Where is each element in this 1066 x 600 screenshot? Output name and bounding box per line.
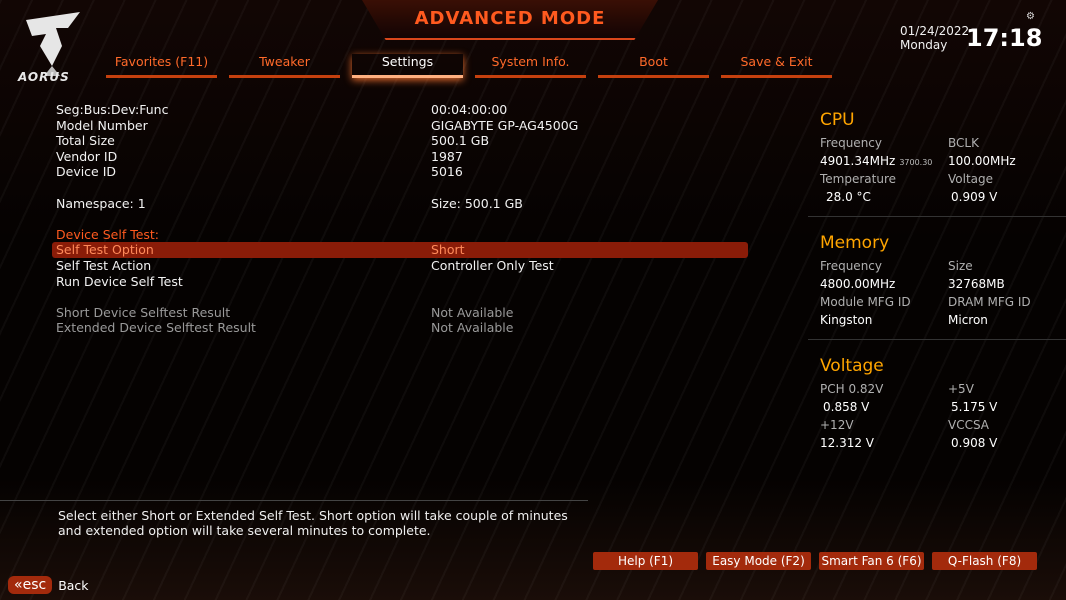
info-row: Model Number GIGABYTE GP-AG4500G <box>52 118 748 134</box>
smart-fan-button[interactable]: Smart Fan 6 (F6) <box>819 552 924 570</box>
tab-settings[interactable]: Settings <box>352 54 463 78</box>
row-label: Short Device Selftest Result <box>56 304 231 320</box>
row-label: Device ID <box>56 164 117 180</box>
vccsa-value: 0.908 V <box>951 436 998 450</box>
row-label: Seg:Bus:Dev:Func <box>56 102 169 117</box>
q-flash-button[interactable]: Q-Flash (F8) <box>932 552 1037 570</box>
esc-button[interactable]: «esc <box>8 576 53 594</box>
row-value: 1987 <box>431 148 463 164</box>
date-text: 01/24/2022 <box>900 24 970 38</box>
option-label: Self Test Action <box>56 257 152 273</box>
info-row: Device ID 5016 <box>52 164 748 180</box>
option-self-test-option[interactable]: Self Test Option Short <box>52 242 748 258</box>
mem-dram-label: DRAM MFG ID <box>948 295 1031 309</box>
mem-size-value: 32768MB <box>948 277 1005 291</box>
chevron-left-icon: « <box>14 577 23 593</box>
row-value: Not Available <box>431 320 514 336</box>
top-bar: ADVANCED MODE AORUS Favorites (F11) Twea… <box>0 0 1066 90</box>
info-row: Vendor ID 1987 <box>52 149 748 165</box>
system-sidebar: CPU Frequency BCLK 4901.34MHz 3700.30 100… <box>808 110 1066 478</box>
cpu-freq-main: 4901.34MHz <box>820 154 896 168</box>
settings-list: Seg:Bus:Dev:Func 00:04:00:00 Model Numbe… <box>52 102 748 336</box>
mem-mfg-value: Kingston <box>820 313 873 327</box>
option-self-test-action[interactable]: Self Test Action Controller Only Test <box>52 258 748 274</box>
cpu-volt-label: Voltage <box>948 172 994 186</box>
section-header-self-test: Device Self Test: <box>52 227 748 243</box>
cpu-bclk-value: 100.00MHz <box>948 154 1016 168</box>
row-value: Size: 500.1 GB <box>431 195 523 211</box>
logo-text: AORUS <box>18 70 70 84</box>
tab-bar: Favorites (F11) Tweaker Settings System … <box>106 54 832 78</box>
cpu-freq-small: 3700.30 <box>899 158 933 167</box>
vccsa-label: VCCSA <box>948 418 990 432</box>
row-value: 5016 <box>431 164 463 180</box>
tab-save-exit[interactable]: Save & Exit <box>721 54 832 78</box>
row-value: GIGABYTE GP-AG4500G <box>431 117 579 133</box>
result-row: Extended Device Selftest Result Not Avai… <box>52 320 748 336</box>
back-label: Back <box>58 577 89 593</box>
day-text: Monday <box>900 38 948 52</box>
info-row: Namespace: 1 Size: 500.1 GB <box>52 196 748 212</box>
cpu-freq-label: Frequency <box>820 136 882 150</box>
option-value: Controller Only Test <box>431 257 554 273</box>
date-display: 01/24/2022 Monday <box>900 24 969 52</box>
section-label: Device Self Test: <box>56 226 160 242</box>
mem-size-label: Size <box>948 259 973 273</box>
memory-title: Memory <box>820 233 890 253</box>
info-row: Total Size 500.1 GB <box>52 133 748 149</box>
cpu-temp-label: Temperature <box>820 172 897 186</box>
row-label: Namespace: 1 <box>56 195 146 211</box>
row-label: Extended Device Selftest Result <box>56 320 256 336</box>
run-self-test-item[interactable]: Run Device Self Test <box>52 274 748 290</box>
esc-back[interactable]: «esc Back <box>8 576 89 594</box>
tab-tweaker[interactable]: Tweaker <box>229 54 340 78</box>
option-label: Run Device Self Test <box>56 273 183 289</box>
option-value: Short <box>431 242 465 258</box>
cpu-freq-value: 4901.34MHz 3700.30 <box>820 154 948 168</box>
v12-value: 12.312 V <box>820 436 875 450</box>
mem-dram-value: Micron <box>948 313 988 327</box>
voltage-title: Voltage <box>820 356 884 376</box>
option-label: Self Test Option <box>56 242 154 258</box>
gear-icon[interactable]: ⚙ <box>1026 11 1035 22</box>
voltage-panel: Voltage PCH 0.82V +5V 0.858 V 5.175 V +1… <box>808 356 1066 462</box>
esc-key-label: esc <box>22 577 47 593</box>
info-row: Seg:Bus:Dev:Func 00:04:00:00 <box>52 102 748 118</box>
footer-buttons: Help (F1) Easy Mode (F2) Smart Fan 6 (F6… <box>593 552 1037 570</box>
pch-value: 0.858 V <box>823 400 870 414</box>
mem-freq-value: 4800.00MHz <box>820 277 896 291</box>
cpu-volt-value: 0.909 V <box>951 190 998 204</box>
clock: 17:18 <box>966 24 1043 52</box>
pch-label: PCH 0.82V <box>820 382 884 396</box>
row-value: Not Available <box>431 304 514 320</box>
row-label: Model Number <box>56 117 148 133</box>
memory-panel: Memory Frequency Size 4800.00MHz 32768MB… <box>808 233 1066 340</box>
tab-boot[interactable]: Boot <box>598 54 709 78</box>
v5-value: 5.175 V <box>951 400 998 414</box>
mem-mfg-label: Module MFG ID <box>820 295 911 309</box>
cpu-panel: CPU Frequency BCLK 4901.34MHz 3700.30 100… <box>808 110 1066 217</box>
row-value: 500.1 GB <box>431 133 490 149</box>
help-button[interactable]: Help (F1) <box>593 552 698 570</box>
result-row: Short Device Selftest Result Not Availab… <box>52 305 748 321</box>
row-value: 00:04:00:00 <box>431 102 508 117</box>
row-label: Total Size <box>56 133 115 149</box>
tab-favorites[interactable]: Favorites (F11) <box>106 54 217 78</box>
row-label: Vendor ID <box>56 148 118 164</box>
cpu-bclk-label: BCLK <box>948 136 979 150</box>
cpu-title: CPU <box>820 110 855 130</box>
cpu-temp-value: 28.0 °C <box>826 190 871 204</box>
v5-label: +5V <box>948 382 974 396</box>
v12-label: +12V <box>820 418 854 432</box>
page-title: ADVANCED MODE <box>414 8 606 29</box>
easy-mode-button[interactable]: Easy Mode (F2) <box>706 552 811 570</box>
tab-system-info[interactable]: System Info. <box>475 54 586 78</box>
help-text: Select either Short or Extended Self Tes… <box>0 500 588 542</box>
mem-freq-label: Frequency <box>820 259 882 273</box>
